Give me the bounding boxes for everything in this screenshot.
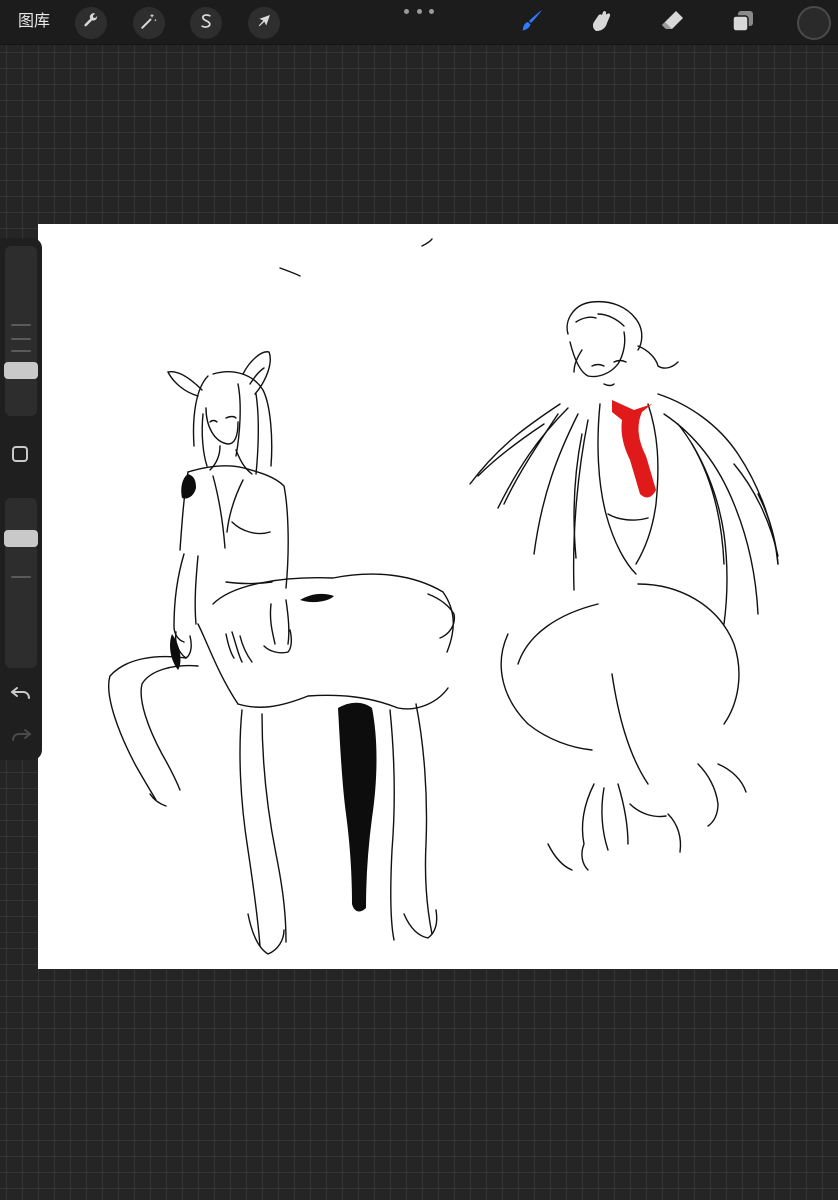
left-sidebar bbox=[0, 238, 42, 760]
brush-icon bbox=[518, 7, 546, 39]
opacity-slider[interactable] bbox=[4, 498, 38, 668]
brush-size-slider[interactable] bbox=[4, 246, 38, 416]
slider-tick bbox=[11, 350, 31, 352]
drawing-canvas[interactable] bbox=[38, 224, 838, 969]
dot bbox=[416, 8, 422, 14]
harpy-sketch bbox=[469, 300, 779, 871]
wrench-icon bbox=[82, 12, 100, 34]
gallery-button[interactable]: 图库 bbox=[18, 11, 50, 31]
opacity-thumb[interactable] bbox=[4, 530, 38, 547]
undo-icon bbox=[9, 687, 33, 708]
more-options-button[interactable] bbox=[404, 4, 434, 18]
layers-icon bbox=[729, 7, 757, 39]
smudge-finger-icon bbox=[588, 7, 616, 39]
brush-tool-button[interactable] bbox=[515, 6, 549, 40]
ink-shading bbox=[170, 474, 377, 912]
dot bbox=[404, 8, 409, 14]
sketch-artwork bbox=[108, 238, 779, 955]
dot bbox=[429, 8, 434, 14]
slider-tick bbox=[11, 576, 31, 578]
layers-button[interactable] bbox=[726, 6, 760, 40]
arrow-cursor-icon bbox=[255, 12, 273, 34]
top-toolbar: 图库 bbox=[0, 0, 838, 45]
eraser-icon bbox=[659, 7, 687, 39]
redo-icon bbox=[9, 729, 33, 750]
eraser-tool-button[interactable] bbox=[656, 6, 690, 40]
magic-wand-icon bbox=[140, 12, 158, 34]
modify-button[interactable] bbox=[12, 446, 28, 462]
adjustments-button[interactable] bbox=[133, 7, 165, 39]
transform-button[interactable] bbox=[248, 7, 280, 39]
slider-tick bbox=[11, 338, 31, 340]
actions-button[interactable] bbox=[75, 7, 107, 39]
red-tie-stroke bbox=[612, 400, 656, 498]
undo-button[interactable] bbox=[9, 684, 33, 704]
redo-button[interactable] bbox=[9, 726, 33, 746]
color-picker-button[interactable] bbox=[797, 6, 831, 40]
selection-button[interactable] bbox=[190, 7, 222, 39]
smudge-tool-button[interactable] bbox=[585, 6, 619, 40]
slider-tick bbox=[11, 324, 31, 326]
selection-s-icon bbox=[197, 12, 215, 34]
brush-size-thumb[interactable] bbox=[4, 362, 38, 379]
centaur-sketch bbox=[108, 351, 456, 955]
